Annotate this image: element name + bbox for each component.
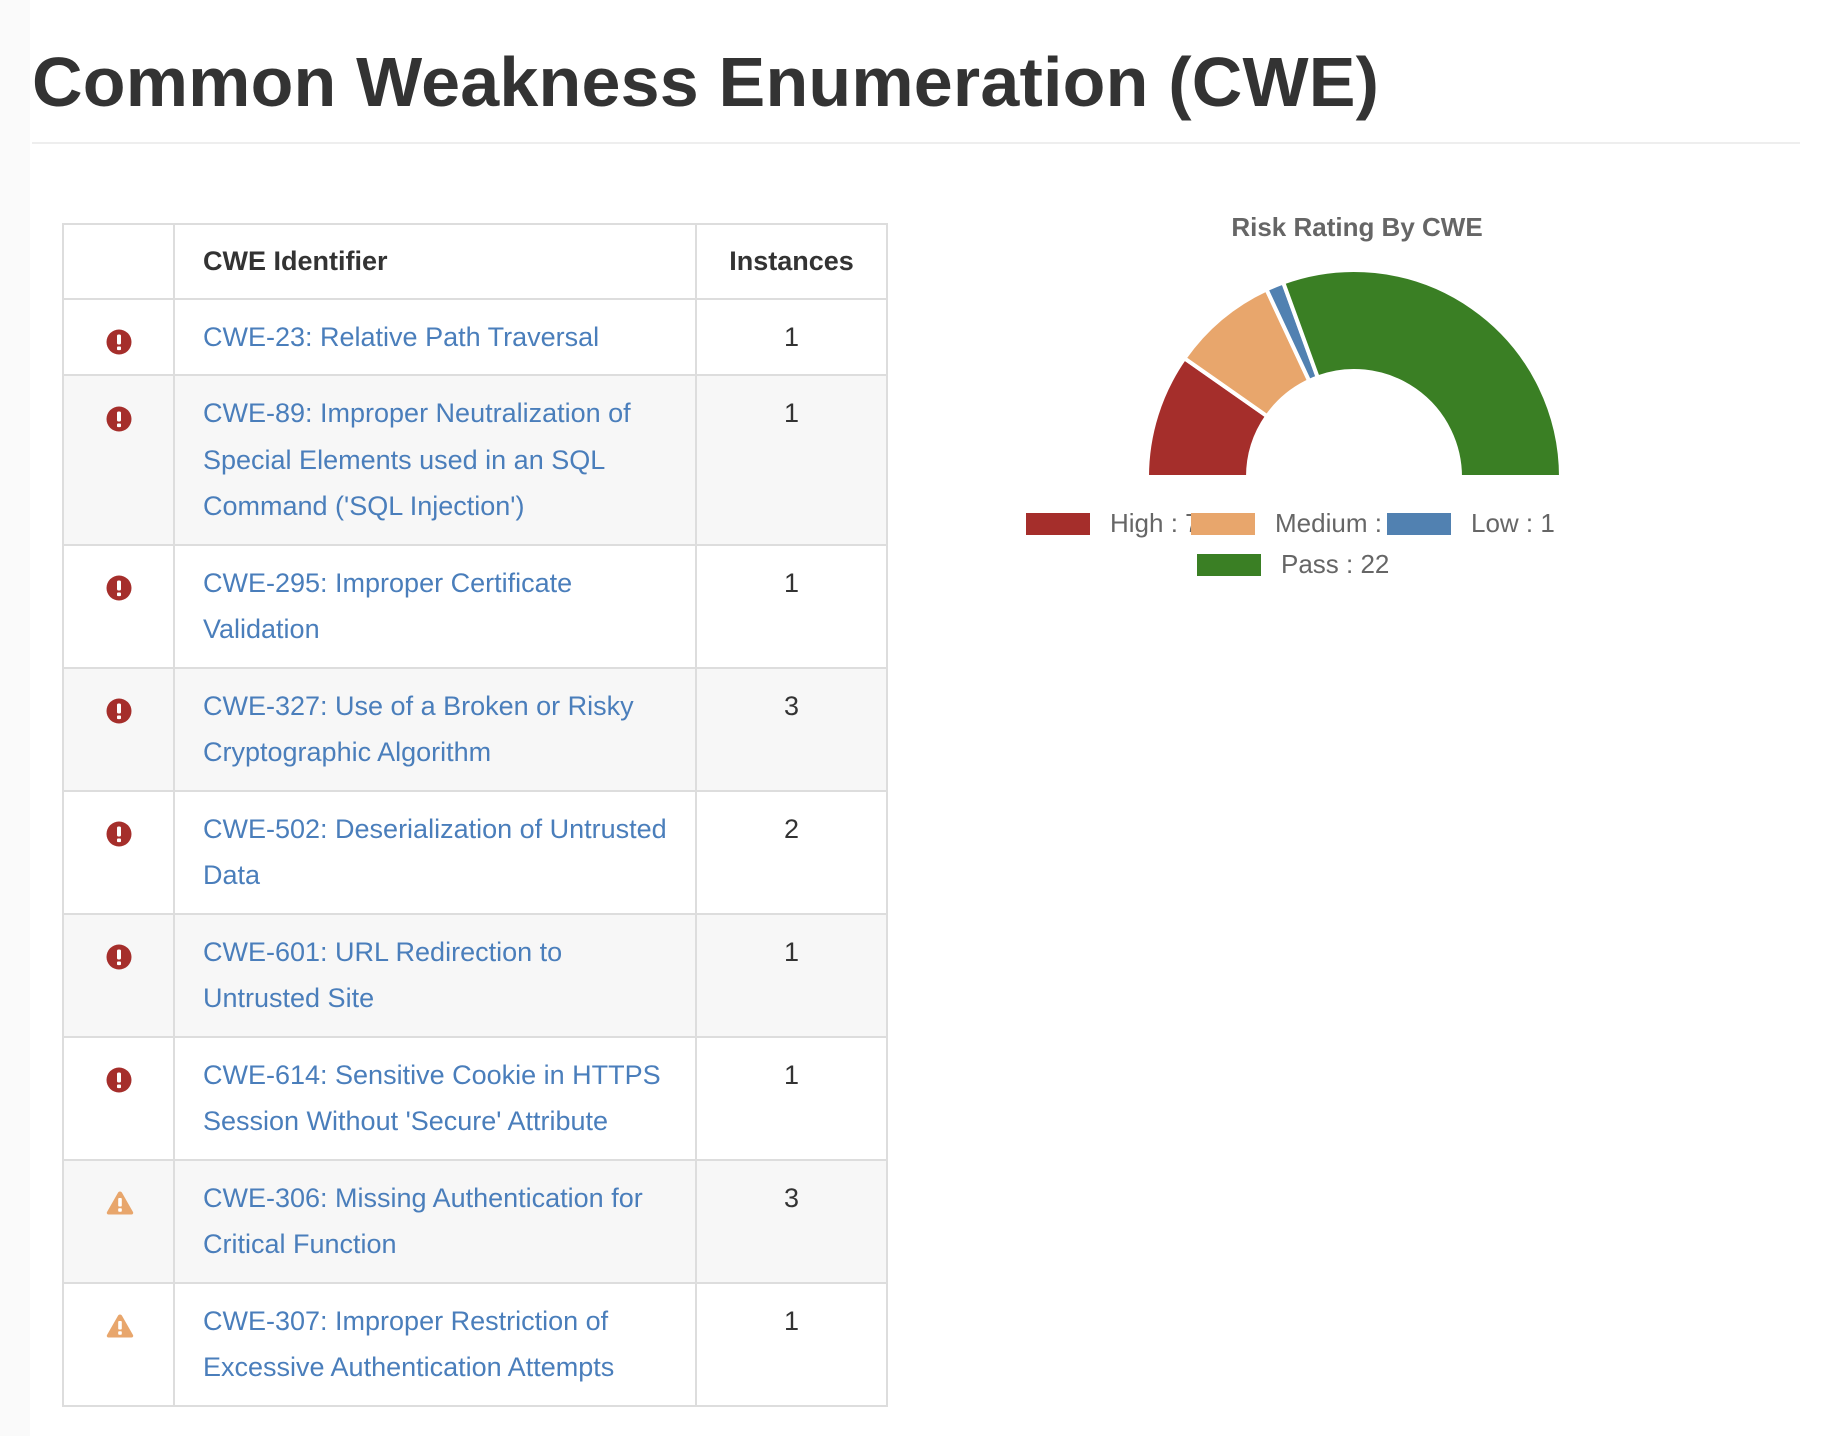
instances-count: 3 [783,1182,800,1213]
header-severity [62,223,175,300]
gauge-svg: High : 7 Medium : 6 Low : 1 Pass : 22 [1026,268,1564,579]
table-row: CWE-89: Improper Neutralization of Speci… [62,374,888,546]
instances-cell: 1 [695,1035,888,1161]
exclamation-circle-icon [106,569,132,601]
page-title: Common Weakness Enumeration (CWE) [32,43,1380,121]
instances-cell: 2 [695,789,888,915]
header-cwe-identifier[interactable]: CWE Identifier [173,223,697,300]
severity-cell [62,666,175,792]
cwe-link[interactable]: CWE-23: Relative Path Traversal [203,322,599,352]
severity-cell [62,789,175,915]
table-row: CWE-295: Improper Certificate Validation… [62,543,888,669]
severity-cell [62,543,175,669]
instances-cell: 3 [695,666,888,792]
exclamation-circle-icon [106,938,132,970]
legend-swatch-high [1026,513,1090,535]
instances-cell: 1 [695,374,888,546]
severity-cell [62,1158,175,1284]
exclamation-circle-icon [106,692,132,724]
exclamation-circle-icon [106,1061,132,1093]
page-left-margin [0,0,30,1436]
instances-count: 1 [783,567,800,598]
instances-cell: 1 [695,297,888,376]
risk-rating-chart: Risk Rating By CWE High : 7 Medium : 6 Low… [1000,200,1720,620]
cwe-link[interactable]: CWE-502: Deserialization of Untrusted Da… [203,814,667,891]
legend-item-high[interactable]: High : 7 [1026,508,1200,538]
cwe-link[interactable]: CWE-295: Improper Certificate Validation [203,568,572,645]
cwe-table: CWE Identifier Instances CWE-23: Relativ… [62,223,888,1407]
legend-label-low: Low : 1 [1471,508,1555,538]
table-row: CWE-306: Missing Authentication for Crit… [62,1158,888,1284]
instances-count: 2 [783,813,800,844]
severity-cell [62,1035,175,1161]
cwe-identifier-cell: CWE-614: Sensitive Cookie in HTTPS Sessi… [173,1035,697,1161]
instances-count: 1 [783,398,800,428]
instances-count: 1 [783,1305,800,1336]
cwe-identifier-cell: CWE-89: Improper Neutralization of Speci… [173,374,697,546]
cwe-identifier-cell: CWE-307: Improper Restriction of Excessi… [173,1281,697,1407]
gauge-slice-pass[interactable] [1280,268,1564,479]
instances-count: 1 [783,321,800,352]
legend-swatch-pass [1197,554,1261,576]
cwe-identifier-cell: CWE-306: Missing Authentication for Crit… [173,1158,697,1284]
exclamation-circle-icon [106,815,132,847]
title-divider [32,142,1800,144]
legend-label-pass: Pass : 22 [1281,549,1389,579]
instances-cell: 1 [695,912,888,1038]
cwe-link[interactable]: CWE-327: Use of a Broken or Risky Crypto… [203,691,634,768]
table-row: CWE-502: Deserialization of Untrusted Da… [62,789,888,915]
severity-cell [62,297,175,376]
cwe-link[interactable]: CWE-89: Improper Neutralization of Speci… [203,398,631,521]
warning-triangle-icon [106,1184,133,1215]
warning-triangle-icon [106,1307,133,1338]
legend-item-medium[interactable]: Medium : 6 [1191,508,1404,538]
severity-cell [62,1281,175,1407]
instances-count: 3 [783,690,800,721]
header-instances[interactable]: Instances [695,223,888,300]
table-row: CWE-327: Use of a Broken or Risky Crypto… [62,666,888,792]
legend-label-medium: Medium : 6 [1275,508,1404,538]
instances-count: 1 [783,936,800,967]
table-header-row: CWE Identifier Instances [62,223,888,300]
legend-item-pass[interactable]: Pass : 22 [1197,549,1389,579]
exclamation-circle-icon [106,323,132,355]
cwe-link[interactable]: CWE-306: Missing Authentication for Crit… [203,1183,643,1260]
legend-swatch-medium [1191,513,1255,535]
table-row: CWE-23: Relative Path Traversal 1 [62,297,888,376]
cwe-link[interactable]: CWE-307: Improper Restriction of Excessi… [203,1306,614,1383]
cwe-identifier-cell: CWE-601: URL Redirection to Untrusted Si… [173,912,697,1038]
table-row: CWE-614: Sensitive Cookie in HTTPS Sessi… [62,1035,888,1161]
table-row: CWE-307: Improper Restriction of Excessi… [62,1281,888,1407]
table-row: CWE-601: URL Redirection to Untrusted Si… [62,912,888,1038]
severity-cell [62,374,175,546]
cwe-link[interactable]: CWE-601: URL Redirection to Untrusted Si… [203,937,562,1014]
severity-cell [62,912,175,1038]
cwe-link[interactable]: CWE-614: Sensitive Cookie in HTTPS Sessi… [203,1060,661,1137]
cwe-identifier-cell: CWE-23: Relative Path Traversal [173,297,697,376]
instances-cell: 3 [695,1158,888,1284]
exclamation-circle-icon [106,400,132,432]
cwe-identifier-cell: CWE-502: Deserialization of Untrusted Da… [173,789,697,915]
legend-swatch-low [1387,513,1451,535]
legend-label-high: High : 7 [1110,508,1200,538]
instances-cell: 1 [695,543,888,669]
instances-cell: 1 [695,1281,888,1407]
cwe-identifier-cell: CWE-327: Use of a Broken or Risky Crypto… [173,666,697,792]
legend-item-low[interactable]: Low : 1 [1387,508,1555,538]
instances-count: 1 [783,1059,800,1090]
cwe-identifier-cell: CWE-295: Improper Certificate Validation [173,543,697,669]
